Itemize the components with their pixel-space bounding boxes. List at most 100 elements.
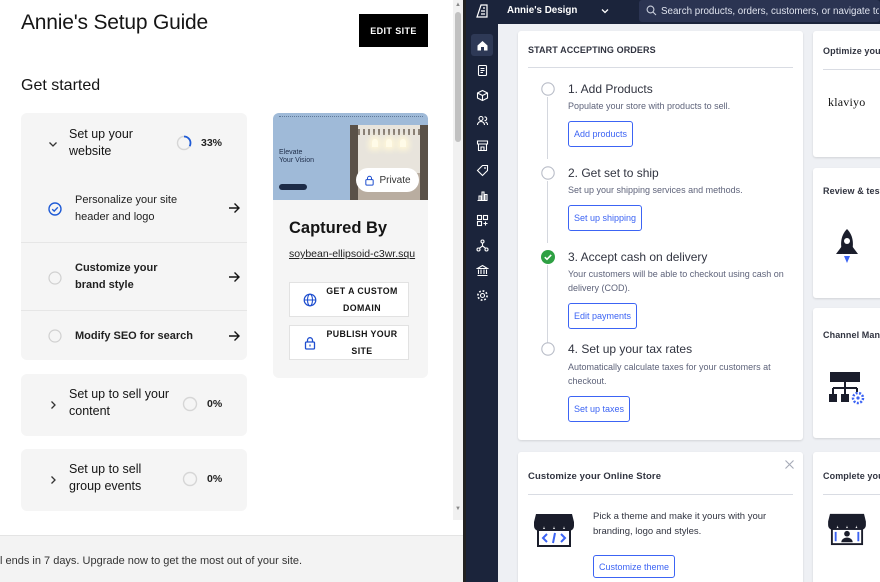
nav-apps[interactable] xyxy=(471,209,493,231)
orders-icon xyxy=(477,64,487,76)
step-title: 4. Set up your tax rates xyxy=(568,342,693,356)
left-scrollbar[interactable]: ▲ ▼ xyxy=(453,0,463,520)
site-name: Captured By xyxy=(289,219,388,237)
panel-heading: Channel Mana xyxy=(823,330,880,340)
site-url-link[interactable]: soybean-ellipsoid-c3wr.squ xyxy=(289,248,415,260)
channel-manager-card: Channel Mana xyxy=(813,308,880,438)
button-label-line: GET A CUSTOM xyxy=(326,286,398,296)
customize-theme-button[interactable]: Customize theme xyxy=(593,555,676,578)
scroll-up-icon[interactable]: ▲ xyxy=(454,2,462,8)
settings-gear-icon xyxy=(476,289,488,301)
lock-icon xyxy=(303,336,317,350)
thumbnail-heading: Elevate Your Vision xyxy=(279,149,314,165)
edit-payments-button[interactable]: Edit payments xyxy=(568,303,638,329)
section-subtitle: Get started xyxy=(21,77,101,94)
chevron-down-icon[interactable] xyxy=(600,6,610,16)
chevron-right-icon[interactable] xyxy=(47,399,59,411)
section-title[interactable]: Set up your website xyxy=(69,126,133,160)
dashboard-main: START ACCEPTING ORDERS 1. Add Products P… xyxy=(498,24,880,582)
trial-banner-text: l ends in 7 days. Upgrade now to get the… xyxy=(0,555,303,567)
analytics-icon xyxy=(477,190,488,201)
store-name[interactable]: Annie's Design xyxy=(507,5,577,16)
set-up-shipping-button[interactable]: Set up shipping xyxy=(568,205,643,231)
progress-ring-track xyxy=(182,396,198,412)
chevron-right-icon[interactable] xyxy=(47,474,59,486)
scroll-down-icon[interactable]: ▼ xyxy=(454,506,462,512)
nav-settings[interactable] xyxy=(471,284,493,306)
products-icon xyxy=(476,89,488,101)
section-title-line: Set up your xyxy=(69,127,133,141)
nav-home[interactable] xyxy=(471,34,493,56)
private-badge[interactable]: Private xyxy=(356,168,419,192)
task-label: Customize your brand style xyxy=(75,260,158,293)
nav-channels[interactable] xyxy=(471,234,493,256)
section-title: Set up to sell your content xyxy=(69,386,169,420)
task-label: Modify SEO for search xyxy=(75,330,193,342)
step-description: Automatically calculate taxes for your c… xyxy=(568,362,771,386)
nav-marketing[interactable] xyxy=(471,159,493,181)
nav-orders[interactable] xyxy=(471,59,493,81)
step-connector xyxy=(547,181,548,243)
top-bar: Annie's Design xyxy=(466,0,880,24)
panel-heading: Customize your Online Store xyxy=(528,471,662,482)
thumbnail-heading-line: Your Vision xyxy=(279,157,315,164)
globe-icon xyxy=(303,293,317,307)
panel-divider xyxy=(528,67,793,68)
set-up-taxes-button[interactable]: Set up taxes xyxy=(568,396,631,422)
squarespace-setup-pane: Annie's Setup Guide EDIT SITE Get starte… xyxy=(0,0,463,582)
panel-divider xyxy=(823,69,880,70)
thumbnail-button xyxy=(279,184,307,190)
nav-customers[interactable] xyxy=(471,109,493,131)
channel-hierarchy-icon xyxy=(827,368,867,408)
arrow-right-icon[interactable] xyxy=(227,270,241,284)
private-label: Private xyxy=(379,174,411,186)
review-test-card: Review & test xyxy=(813,168,880,298)
thumbnail-nav xyxy=(279,116,423,118)
search-icon xyxy=(646,5,657,16)
panel-heading: START ACCEPTING ORDERS xyxy=(528,45,656,55)
apps-icon xyxy=(476,214,488,226)
task-row[interactable]: Customize your brand style xyxy=(21,242,247,310)
section-title-line: website xyxy=(69,144,112,158)
empty-circle-icon xyxy=(48,271,62,285)
step-empty-circle-icon xyxy=(541,82,555,96)
step-empty-circle-icon xyxy=(541,342,555,356)
task-row[interactable]: Personalize your site header and logo xyxy=(21,174,247,242)
arrow-right-icon[interactable] xyxy=(227,201,241,215)
bigcommerce-logo-icon[interactable] xyxy=(474,3,490,19)
task-label-line: brand style xyxy=(75,278,134,291)
chevron-down-icon[interactable] xyxy=(47,138,59,150)
panel-divider xyxy=(528,494,793,495)
nav-storefront[interactable] xyxy=(471,134,493,156)
global-search xyxy=(639,0,880,22)
arrow-right-icon[interactable] xyxy=(227,329,241,343)
complete-profile-card: Complete you xyxy=(813,452,880,582)
progress-ring-icon xyxy=(182,396,198,412)
search-input[interactable] xyxy=(661,3,879,19)
channels-icon xyxy=(475,238,489,252)
storefront-icon xyxy=(476,139,488,151)
sell-group-events-card[interactable]: Set up to sell group events 0% xyxy=(21,449,247,511)
task-label-line: Personalize your site xyxy=(75,194,178,206)
check-circle-icon xyxy=(48,202,62,216)
optimize-card: Optimize you klaviyo xyxy=(813,31,880,157)
nav-settings-bank[interactable] xyxy=(471,259,493,281)
nav-analytics[interactable] xyxy=(471,184,493,206)
sell-content-card[interactable]: Set up to sell your content 0% xyxy=(21,374,247,436)
step-description: Populate your store with products to sel… xyxy=(568,101,731,111)
section-title-line: Set up to sell xyxy=(69,462,142,476)
custom-domain-button[interactable]: GET A CUSTOM DOMAIN xyxy=(289,282,409,317)
edit-site-button[interactable]: EDIT SITE xyxy=(359,14,428,47)
step-title: 3. Accept cash on delivery xyxy=(568,250,708,264)
nav-products[interactable] xyxy=(471,84,493,106)
scrollbar-thumb[interactable] xyxy=(455,12,461,142)
section-title-line: content xyxy=(69,404,111,418)
side-nav xyxy=(466,24,498,582)
add-products-button[interactable]: Add products xyxy=(568,121,634,147)
task-row[interactable]: Modify SEO for search xyxy=(21,310,247,360)
close-icon[interactable] xyxy=(784,459,795,470)
customers-icon xyxy=(476,115,488,125)
step-title: 2. Get set to ship xyxy=(568,166,659,180)
publish-site-button[interactable]: PUBLISH YOUR SITE xyxy=(289,325,409,360)
customize-description: Pick a theme and make it yours with your… xyxy=(593,511,767,537)
